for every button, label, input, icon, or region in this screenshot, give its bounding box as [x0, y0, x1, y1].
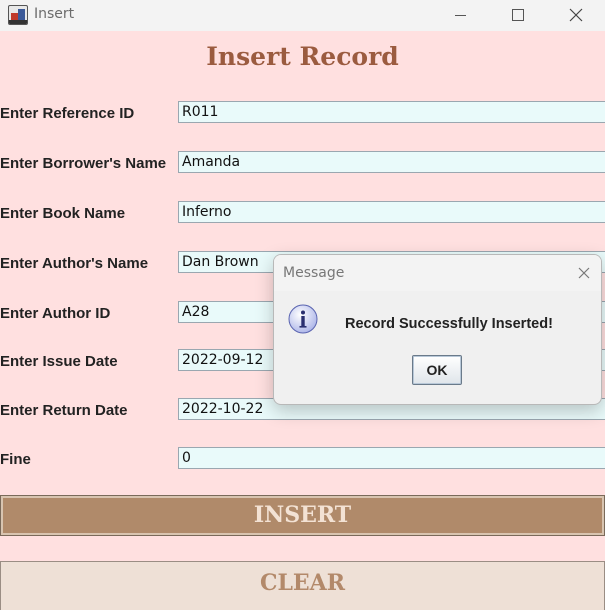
reference-id-label: Enter Reference ID — [0, 105, 135, 122]
window-titlebar: Insert — [0, 0, 605, 31]
borrower-name-label: Enter Borrower's Name — [0, 155, 167, 172]
reference-id-field[interactable] — [178, 101, 605, 123]
issue-date-label: Enter Issue Date — [0, 353, 118, 370]
author-name-label: Enter Author's Name — [0, 255, 149, 272]
window-title: Insert — [34, 6, 75, 22]
dialog-message: Record Successfully Inserted! — [345, 316, 553, 332]
minimize-icon[interactable] — [437, 0, 483, 31]
fine-field[interactable] — [178, 447, 605, 469]
info-icon — [288, 304, 318, 334]
ok-button[interactable]: OK — [412, 355, 462, 385]
maximize-icon[interactable] — [495, 0, 541, 31]
return-date-label: Enter Return Date — [0, 402, 128, 419]
author-id-label: Enter Author ID — [0, 305, 111, 322]
book-name-field[interactable] — [178, 201, 605, 223]
dialog-titlebar: Message — [274, 255, 601, 291]
dialog-close-icon[interactable] — [577, 266, 591, 280]
borrower-name-field[interactable] — [178, 151, 605, 173]
page-title: Insert Record — [206, 42, 399, 71]
clear-button[interactable]: CLEAR — [0, 561, 605, 610]
fine-label: Fine — [0, 451, 31, 468]
close-icon[interactable] — [553, 0, 599, 31]
book-name-label: Enter Book Name — [0, 205, 126, 222]
java-app-icon — [8, 5, 28, 25]
insert-button[interactable]: INSERT — [0, 495, 605, 536]
message-dialog: Message Record Successfully Inserted! OK — [273, 254, 602, 405]
dialog-title: Message — [283, 265, 345, 281]
